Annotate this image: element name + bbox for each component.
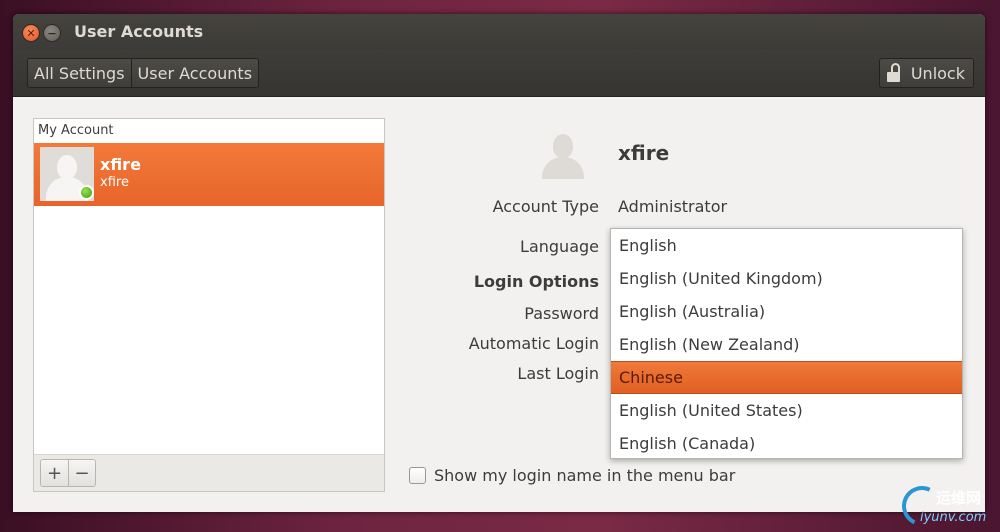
account-avatar[interactable] bbox=[540, 132, 586, 179]
show-login-name-checkbox[interactable] bbox=[409, 467, 426, 484]
automatic-login-label: Automatic Login bbox=[468, 334, 599, 353]
close-window-button[interactable]: ✕ bbox=[22, 24, 40, 42]
breadcrumb: All Settings User Accounts bbox=[27, 58, 260, 88]
breadcrumb-user-accounts[interactable]: User Accounts bbox=[130, 59, 259, 87]
titlebar: ✕ − User Accounts bbox=[13, 14, 985, 50]
window-title: User Accounts bbox=[74, 22, 204, 41]
language-option[interactable]: English (Australia) bbox=[611, 295, 962, 328]
my-account-header: My Account bbox=[38, 123, 114, 138]
unlock-label: Unlock bbox=[910, 63, 965, 83]
last-login-label: Last Login bbox=[517, 364, 599, 383]
watermark-url: iyunv.com bbox=[920, 510, 987, 525]
online-status-icon bbox=[79, 185, 94, 200]
login-options-label: Login Options bbox=[473, 272, 599, 291]
user-username: xfire bbox=[100, 175, 129, 190]
account-type-label: Account Type bbox=[492, 197, 599, 216]
minimize-icon: − bbox=[47, 26, 57, 40]
language-label: Language bbox=[520, 237, 599, 256]
show-login-name-row: Show my login name in the menu bar bbox=[409, 466, 735, 485]
unlock-button[interactable]: Unlock bbox=[878, 58, 974, 88]
unlock-icon bbox=[886, 63, 904, 83]
language-option[interactable]: English (Canada) bbox=[611, 427, 962, 460]
watermark-text: 运维网 bbox=[936, 489, 982, 507]
account-name[interactable]: xfire bbox=[618, 141, 669, 165]
account-type-value[interactable]: Administrator bbox=[618, 197, 727, 216]
watermark-logo: 运维网 iyunv.com bbox=[896, 480, 998, 532]
password-label: Password bbox=[524, 304, 599, 323]
remove-user-button[interactable]: − bbox=[68, 460, 95, 486]
toolbar: All Settings User Accounts Unlock bbox=[13, 50, 985, 97]
language-option-selected[interactable]: Chinese bbox=[611, 361, 962, 394]
add-remove-group: + − bbox=[40, 459, 96, 487]
language-option[interactable]: English (United States) bbox=[611, 394, 962, 427]
user-row-xfire[interactable]: xfire xfire bbox=[34, 143, 384, 206]
minimize-window-button[interactable]: − bbox=[43, 24, 61, 42]
user-list: My Account xfire xfire bbox=[33, 118, 385, 492]
close-icon: ✕ bbox=[26, 26, 36, 40]
language-option[interactable]: English bbox=[611, 229, 962, 262]
user-accounts-window: ✕ − User Accounts All Settings User Acco… bbox=[13, 14, 985, 512]
language-dropdown[interactable]: English English (United Kingdom) English… bbox=[610, 228, 963, 459]
user-display-name: xfire bbox=[100, 155, 141, 174]
user-list-toolbar: + − bbox=[33, 454, 385, 492]
language-option[interactable]: English (United Kingdom) bbox=[611, 262, 962, 295]
language-option[interactable]: English (New Zealand) bbox=[611, 328, 962, 361]
breadcrumb-all-settings[interactable]: All Settings bbox=[28, 59, 131, 87]
add-user-button[interactable]: + bbox=[41, 460, 68, 486]
show-login-name-label[interactable]: Show my login name in the menu bar bbox=[434, 466, 735, 485]
